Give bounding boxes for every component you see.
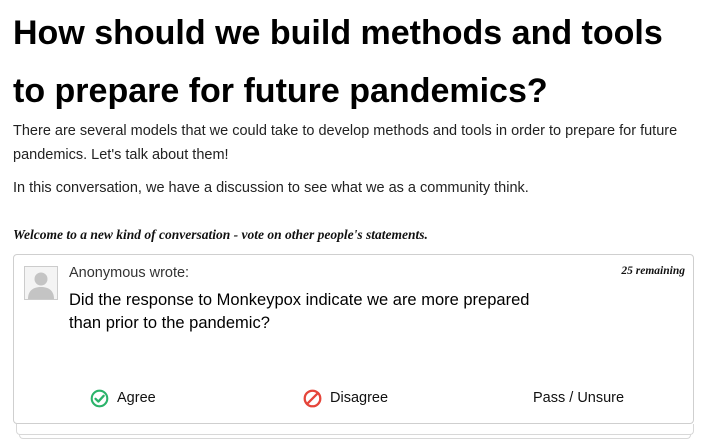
pass-button[interactable]: Pass / Unsure	[533, 386, 624, 410]
card-stack-shadow	[16, 424, 694, 435]
agree-button[interactable]: Agree	[90, 386, 156, 410]
statement-text: Did the response to Monkeypox indicate w…	[69, 291, 530, 332]
user-silhouette-icon	[28, 272, 54, 299]
conversation-description: There are several models that we could t…	[13, 123, 678, 163]
disagree-label: Disagree	[330, 390, 389, 406]
statement-author: Anonymous wrote:	[69, 265, 190, 281]
agree-label: Agree	[117, 390, 156, 406]
disagree-button[interactable]: Disagree	[303, 386, 388, 410]
welcome-text: Welcome to a new kind of conversation - …	[13, 227, 428, 242]
pass-label: Pass / Unsure	[533, 390, 625, 406]
conversation-heading: How should we build methods and tools to…	[13, 14, 663, 110]
ban-icon	[303, 389, 322, 407]
check-circle-icon	[90, 389, 109, 407]
conversation-intro: In this conversation, we have a discussi…	[13, 180, 529, 196]
avatar	[24, 266, 58, 300]
remaining-count: 25 remaining	[621, 265, 685, 277]
statement-card: Anonymous wrote: 25 remaining Did the re…	[13, 254, 694, 424]
